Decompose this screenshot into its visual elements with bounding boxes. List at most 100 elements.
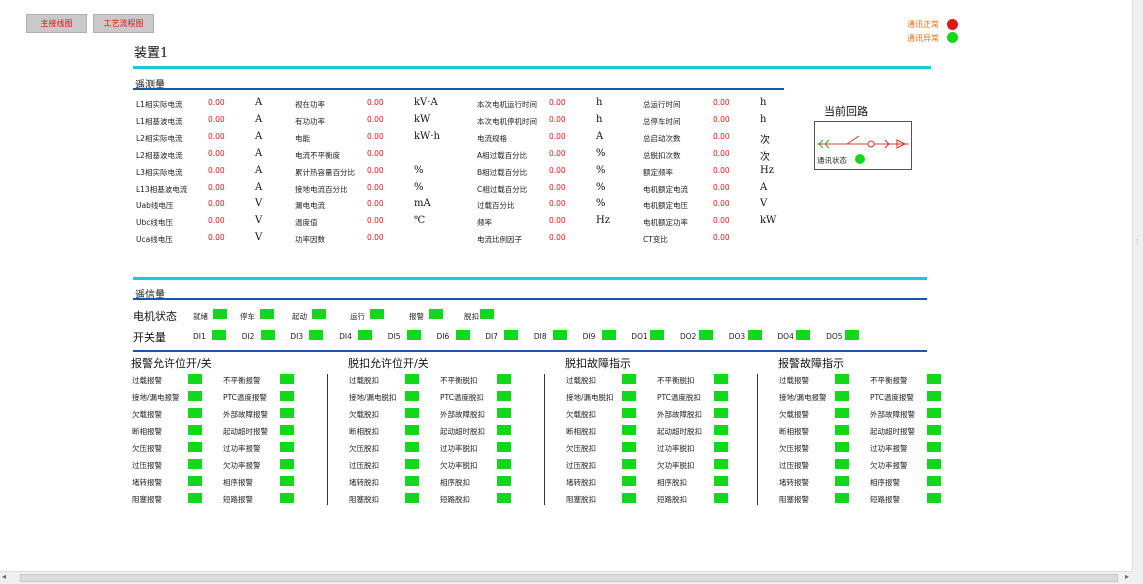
group-item-toggle[interactable]: [497, 374, 511, 384]
metric-unit: A: [760, 181, 768, 193]
group-item-toggle[interactable]: [497, 493, 511, 503]
group-item-toggle[interactable]: [188, 408, 202, 418]
group-item-toggle[interactable]: [497, 459, 511, 469]
circuit-title: 当前回路: [824, 105, 868, 118]
main-wiring-button[interactable]: 主接线图: [26, 14, 87, 33]
motor-status-label: 报警: [409, 312, 424, 321]
group-item-toggle[interactable]: [622, 408, 636, 418]
group-item-toggle[interactable]: [188, 493, 202, 503]
group-item-toggle[interactable]: [622, 442, 636, 452]
group-item-toggle[interactable]: [280, 459, 294, 469]
group-item-toggle[interactable]: [927, 459, 941, 469]
group-item-toggle[interactable]: [927, 476, 941, 486]
group-item-toggle[interactable]: [714, 442, 728, 452]
metric-unit: h: [596, 97, 603, 108]
metric-label: L3相实际电流: [136, 167, 183, 177]
group-item-toggle[interactable]: [927, 408, 941, 418]
group-item-toggle[interactable]: [280, 425, 294, 435]
group-item-toggle[interactable]: [714, 425, 728, 435]
group-item-toggle[interactable]: [280, 408, 294, 418]
group-item-toggle[interactable]: [280, 374, 294, 384]
group-item-label: 欠功率报警: [870, 461, 908, 470]
group-item-toggle[interactable]: [714, 476, 728, 486]
motor-status-indicator: [429, 309, 443, 319]
group-item-toggle[interactable]: [280, 476, 294, 486]
switch-indicator: [845, 330, 860, 340]
group-item-toggle[interactable]: [622, 459, 636, 469]
scroll-thumb[interactable]: [20, 574, 1118, 582]
group-item-toggle[interactable]: [714, 374, 728, 384]
group-item-toggle[interactable]: [835, 391, 849, 401]
metric-label: 电机额定电压: [643, 201, 688, 211]
metric-label: 总启动次数: [643, 133, 681, 143]
group-item-toggle[interactable]: [405, 459, 419, 469]
group-item-toggle[interactable]: [927, 442, 941, 452]
group-item-toggle[interactable]: [280, 391, 294, 401]
group-item-toggle[interactable]: [622, 374, 636, 384]
group-item-toggle[interactable]: [927, 374, 941, 384]
group-item-label: 欠载报警: [779, 410, 809, 419]
group-item-toggle[interactable]: [622, 391, 636, 401]
process-flow-button[interactable]: 工艺流程图: [93, 14, 154, 33]
group-item-toggle[interactable]: [280, 493, 294, 503]
group-item-toggle[interactable]: [497, 408, 511, 418]
group-item-label: 断相脱扣: [566, 427, 596, 436]
group-item-toggle[interactable]: [497, 476, 511, 486]
group-item-toggle[interactable]: [714, 493, 728, 503]
group-item-toggle[interactable]: [927, 425, 941, 435]
vertical-scrollbar[interactable]: ⋮: [1132, 0, 1143, 584]
group-item-toggle[interactable]: [927, 391, 941, 401]
group-item-toggle[interactable]: [188, 442, 202, 452]
group-item-toggle[interactable]: [188, 425, 202, 435]
group-item-toggle[interactable]: [835, 425, 849, 435]
group-item-toggle[interactable]: [405, 476, 419, 486]
group-item-label: 接地/漏电脱扣: [349, 393, 397, 402]
group-item-toggle[interactable]: [497, 391, 511, 401]
motor-status-indicator: [370, 309, 384, 319]
metric-label: 电流不平衡度: [295, 150, 340, 160]
metric-value: 0.00: [208, 148, 225, 158]
group-item-label: 过压脱扣: [566, 461, 596, 470]
group-item-toggle[interactable]: [280, 442, 294, 452]
metric-value: 0.00: [713, 182, 730, 192]
group-item-toggle[interactable]: [188, 374, 202, 384]
group-item-toggle[interactable]: [622, 493, 636, 503]
horizontal-scrollbar[interactable]: ◂ ▸: [0, 571, 1133, 584]
group-item-toggle[interactable]: [835, 408, 849, 418]
group-item-toggle[interactable]: [405, 374, 419, 384]
group-item-toggle[interactable]: [835, 476, 849, 486]
switch-indicator: [699, 330, 713, 340]
group-item-toggle[interactable]: [835, 493, 849, 503]
group-item-toggle[interactable]: [405, 408, 419, 418]
group-item-toggle[interactable]: [714, 459, 728, 469]
metric-unit: A: [255, 164, 263, 176]
group-item-toggle[interactable]: [497, 442, 511, 452]
metric-value: 0.00: [713, 199, 730, 209]
metric-value: 0.00: [367, 182, 384, 192]
metric-unit: Hz: [596, 215, 610, 227]
scroll-left-icon[interactable]: ◂: [2, 572, 6, 581]
group-item-toggle[interactable]: [835, 442, 849, 452]
group-item-toggle[interactable]: [405, 493, 419, 503]
group-item-toggle[interactable]: [835, 459, 849, 469]
group-item-toggle[interactable]: [405, 442, 419, 452]
metric-value: 0.00: [713, 165, 730, 175]
group-item-toggle[interactable]: [835, 374, 849, 384]
group-item-toggle[interactable]: [405, 391, 419, 401]
group-item-toggle[interactable]: [188, 459, 202, 469]
group-item-toggle[interactable]: [622, 425, 636, 435]
metric-unit: %: [596, 164, 606, 176]
metric-label: 温度值: [295, 218, 318, 228]
group-item-toggle[interactable]: [188, 391, 202, 401]
scroll-right-icon[interactable]: ▸: [1125, 572, 1129, 581]
switch-label: DI8: [533, 332, 547, 341]
metric-unit: A: [255, 130, 263, 142]
group-item-toggle[interactable]: [927, 493, 941, 503]
group-item-toggle[interactable]: [188, 476, 202, 486]
switch-indicator: [747, 330, 762, 340]
group-item-toggle[interactable]: [497, 425, 511, 435]
group-item-toggle[interactable]: [405, 425, 419, 435]
group-item-toggle[interactable]: [714, 408, 728, 418]
group-item-toggle[interactable]: [622, 476, 636, 486]
group-item-toggle[interactable]: [714, 391, 728, 401]
